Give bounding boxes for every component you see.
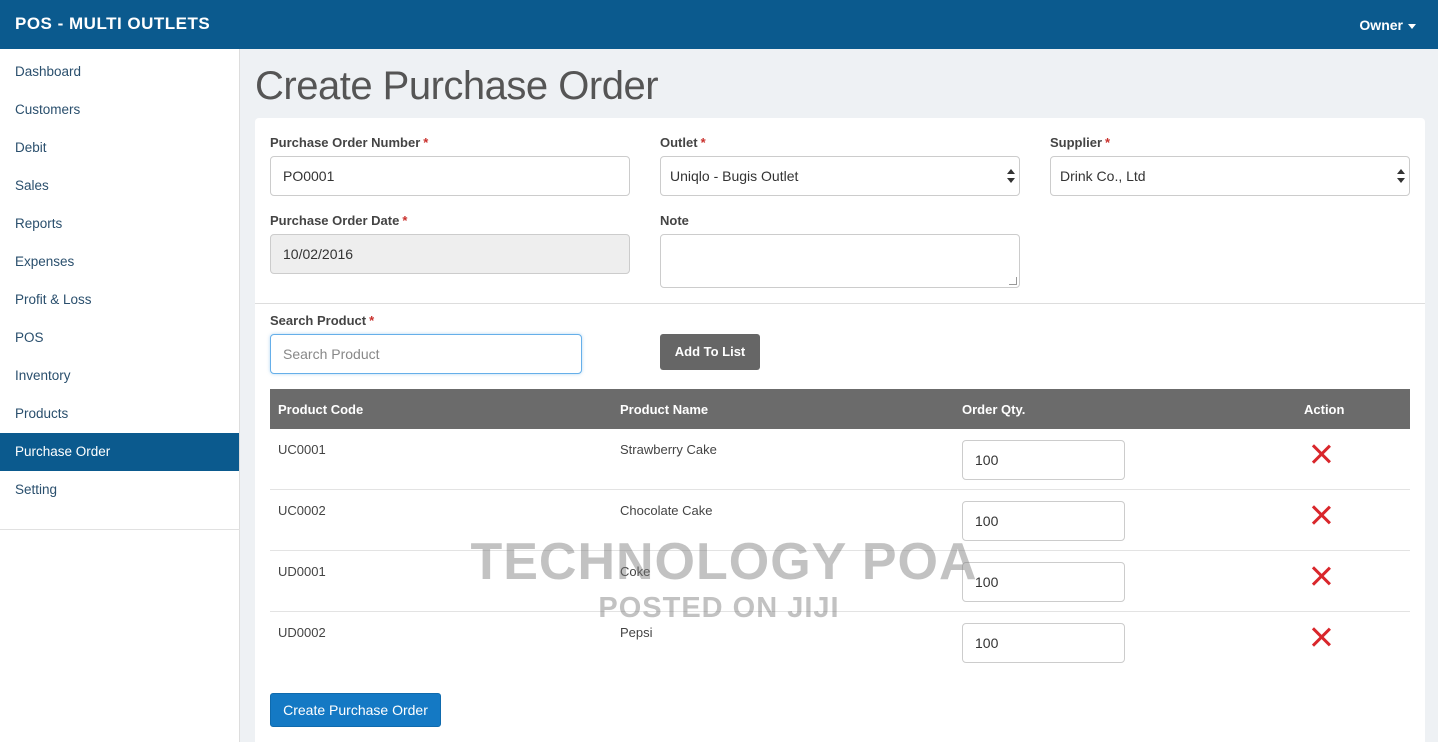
product-code-cell: UC0002 (278, 503, 326, 518)
sidebar-item-pos[interactable]: POS (0, 319, 239, 357)
table-row: UD0002 Pepsi 100 (270, 612, 1410, 673)
product-name-cell: Chocolate Cake (620, 503, 713, 518)
sidebar-item-setting[interactable]: Setting (0, 471, 239, 509)
search-product-placeholder: Search Product (283, 346, 380, 362)
sidebar: Dashboard Customers Debit Sales Reports … (0, 49, 240, 742)
supplier-label: Supplier * (1050, 135, 1110, 150)
product-name-cell: Pepsi (620, 625, 653, 640)
top-navbar: POS - MULTI OUTLETS Owner (0, 0, 1438, 49)
table-header: Product Code Product Name Order Qty. Act… (270, 389, 1410, 429)
remove-icon[interactable] (1310, 626, 1332, 648)
product-name-cell: Strawberry Cake (620, 442, 717, 457)
order-qty-input[interactable]: 100 (962, 501, 1125, 541)
po-number-label-text: Purchase Order Number (270, 135, 421, 150)
order-qty-input[interactable]: 100 (962, 562, 1125, 602)
sidebar-item-expenses[interactable]: Expenses (0, 243, 239, 281)
outlet-select-value: Uniqlo - Bugis Outlet (670, 168, 799, 184)
sidebar-item-dashboard[interactable]: Dashboard (0, 53, 239, 91)
sidebar-item-sales[interactable]: Sales (0, 167, 239, 205)
column-header-action: Action (1304, 402, 1345, 417)
select-arrows-icon (1007, 169, 1015, 185)
sidebar-item-debit[interactable]: Debit (0, 129, 239, 167)
note-textarea[interactable] (660, 234, 1020, 288)
section-divider (255, 303, 1425, 304)
column-header-order-qty: Order Qty. (962, 402, 1026, 417)
required-marker: * (402, 213, 408, 228)
sidebar-item-products[interactable]: Products (0, 395, 239, 433)
search-product-label: Search Product * (270, 313, 374, 328)
sidebar-item-customers[interactable]: Customers (0, 91, 239, 129)
supplier-select[interactable]: Drink Co., Ltd (1050, 156, 1410, 196)
user-menu-dropdown[interactable]: Owner (1359, 17, 1416, 33)
table-row: UC0001 Strawberry Cake 100 (270, 429, 1410, 490)
outlet-label: Outlet * (660, 135, 706, 150)
product-code-cell: UD0002 (278, 625, 326, 640)
outlet-label-text: Outlet (660, 135, 698, 150)
sidebar-item-inventory[interactable]: Inventory (0, 357, 239, 395)
search-product-input[interactable]: Search Product (270, 334, 582, 374)
product-name-cell: Coke (620, 564, 651, 579)
add-to-list-button[interactable]: Add To List (660, 334, 760, 370)
po-number-label: Purchase Order Number * (270, 135, 428, 150)
table-row: UD0001 Coke 100 (270, 551, 1410, 612)
select-arrows-icon (1397, 169, 1405, 185)
supplier-label-text: Supplier (1050, 135, 1103, 150)
order-qty-input[interactable]: 100 (962, 440, 1125, 480)
order-qty-input[interactable]: 100 (962, 623, 1125, 663)
create-purchase-order-button[interactable]: Create Purchase Order (270, 693, 441, 727)
supplier-select-value: Drink Co., Ltd (1060, 168, 1146, 184)
column-header-product-name: Product Name (620, 402, 709, 417)
outlet-select[interactable]: Uniqlo - Bugis Outlet (660, 156, 1020, 196)
sidebar-item-purchase-order[interactable]: Purchase Order (0, 433, 239, 471)
note-label: Note (660, 213, 689, 228)
user-menu-label: Owner (1359, 17, 1403, 33)
search-product-label-text: Search Product (270, 313, 367, 328)
po-number-input[interactable]: PO0001 (270, 156, 630, 196)
po-date-label: Purchase Order Date * (270, 213, 407, 228)
required-marker: * (423, 135, 429, 150)
page-title: Create Purchase Order (255, 64, 659, 108)
remove-icon[interactable] (1310, 504, 1332, 526)
po-date-input[interactable]: 10/02/2016 (270, 234, 630, 274)
sidebar-item-reports[interactable]: Reports (0, 205, 239, 243)
sidebar-item-profit-loss[interactable]: Profit & Loss (0, 281, 239, 319)
required-marker: * (1105, 135, 1111, 150)
sidebar-divider (0, 529, 240, 530)
remove-icon[interactable] (1310, 443, 1332, 465)
remove-icon[interactable] (1310, 565, 1332, 587)
product-code-cell: UC0001 (278, 442, 326, 457)
app-brand[interactable]: POS - MULTI OUTLETS (15, 14, 210, 34)
caret-down-icon (1408, 23, 1416, 29)
po-date-label-text: Purchase Order Date (270, 213, 400, 228)
required-marker: * (369, 313, 375, 328)
column-header-product-code: Product Code (278, 402, 364, 417)
product-code-cell: UD0001 (278, 564, 326, 579)
table-row: UC0002 Chocolate Cake 100 (270, 490, 1410, 551)
required-marker: * (700, 135, 706, 150)
resize-handle-icon[interactable] (1009, 277, 1017, 285)
